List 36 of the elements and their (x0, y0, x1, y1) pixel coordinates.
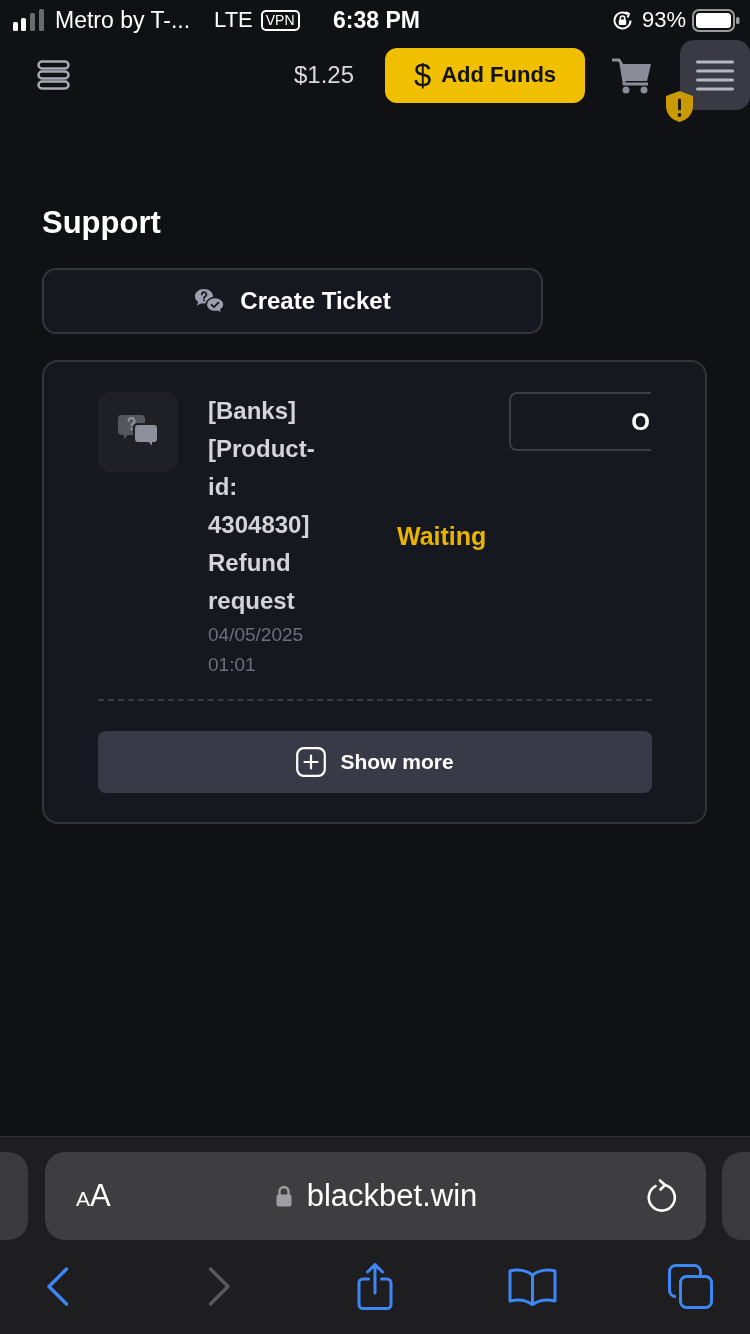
url-text: blackbet.win (306, 1178, 478, 1214)
add-funds-button[interactable]: $ Add Funds (385, 47, 585, 103)
stack-icon[interactable] (37, 60, 70, 90)
add-funds-label: Add Funds (441, 62, 557, 88)
network-type: LTE (214, 7, 253, 33)
book-icon[interactable] (507, 1266, 557, 1306)
menu-button[interactable] (680, 40, 750, 110)
ticket-title: [Banks] [Product-id: 4304830] Refund request (208, 396, 316, 616)
battery-percent: 93% (641, 7, 686, 33)
plus-square-icon (296, 747, 327, 777)
reload-icon[interactable] (645, 1179, 677, 1213)
chat-bubbles-icon (98, 392, 178, 472)
chevron-left-icon[interactable] (45, 1266, 69, 1306)
chat-bubbles-icon (194, 288, 226, 314)
lock-icon (275, 1185, 292, 1207)
carrier-name: Metro by T-... (55, 6, 191, 34)
rotation-lock-icon (611, 9, 633, 31)
dollar-sign: $ (413, 59, 432, 91)
signal-icon (13, 9, 45, 31)
ticket-action-button[interactable]: O (509, 392, 652, 451)
menu-icon (696, 59, 734, 91)
warning-shield-icon (664, 90, 695, 123)
cart-icon[interactable] (612, 56, 652, 94)
share-icon[interactable] (356, 1262, 394, 1310)
status-time: 6:38 PM (333, 6, 420, 34)
battery-icon (692, 8, 740, 32)
balance-amount: $1.25 (293, 61, 354, 89)
vpn-badge: VPN (260, 9, 300, 31)
create-ticket-button[interactable]: Create Ticket (42, 268, 543, 334)
ticket-date: 04/05/2025 01:01 (208, 623, 305, 677)
show-more-button[interactable]: Show more (98, 731, 652, 793)
tabs-icon[interactable] (667, 1263, 713, 1309)
page-title: Support (42, 205, 161, 241)
ticket-status: Waiting (397, 521, 487, 551)
text-size-button[interactable]: AA (76, 1178, 111, 1214)
address-bar[interactable]: AA blackbet.win (45, 1152, 706, 1240)
